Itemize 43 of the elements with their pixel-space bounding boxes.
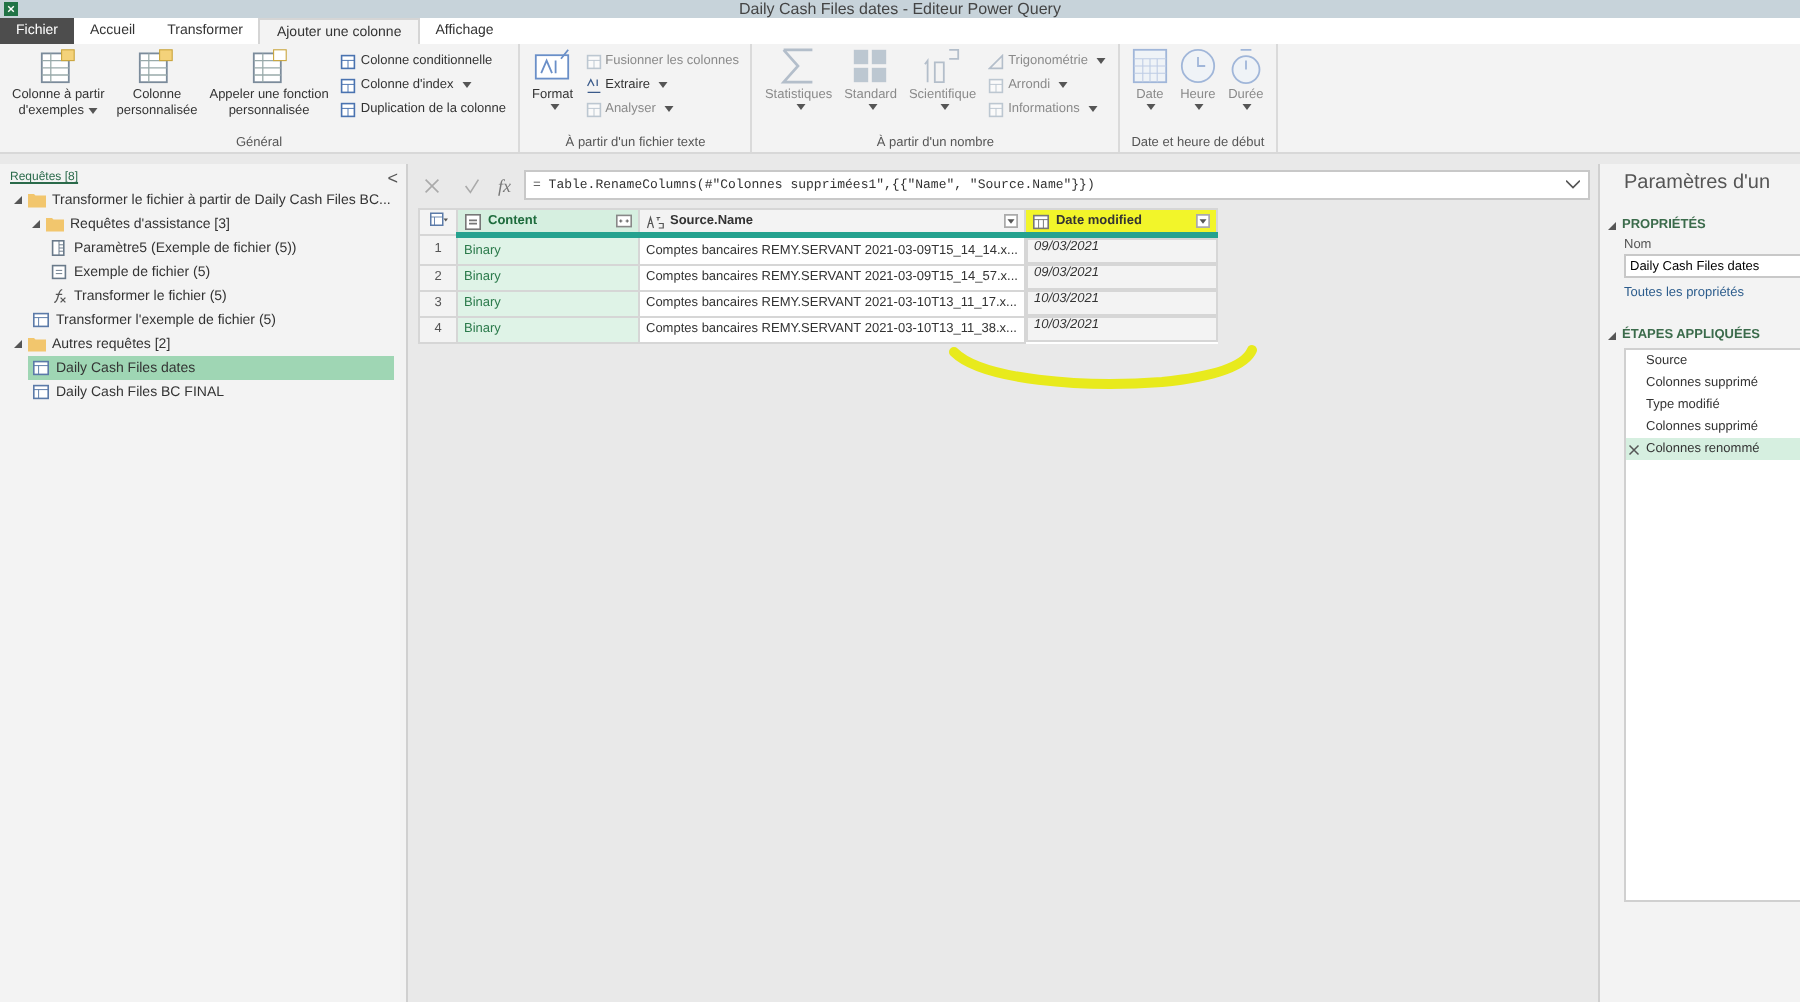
checkmark-icon[interactable] (464, 177, 480, 193)
document-icon (50, 264, 68, 280)
collapse-button[interactable]: < (387, 168, 398, 188)
table-menu-button[interactable] (419, 209, 457, 235)
pane-title: Paramètres d'un (1624, 172, 1771, 194)
table-icon (32, 312, 50, 328)
expanded-arrow-icon[interactable] (14, 340, 22, 348)
table-icon (32, 384, 50, 400)
parameter-icon (50, 240, 68, 256)
text-number-icon (585, 77, 602, 93)
column-icon (585, 101, 602, 117)
table-icon (429, 212, 447, 228)
delete-icon[interactable] (1628, 443, 1640, 455)
filter-dropdown-icon[interactable] (1196, 214, 1211, 228)
function-icon (50, 288, 68, 304)
triangle-icon (988, 53, 1005, 69)
exponent-icon (924, 48, 961, 84)
column-icon (340, 53, 357, 69)
table-icon (32, 360, 50, 376)
expand-column-icon[interactable] (616, 214, 632, 228)
calendar-icon (1131, 48, 1168, 84)
calendar-icon (1031, 213, 1050, 229)
filter-dropdown-icon[interactable] (1003, 214, 1018, 228)
column-icon (340, 101, 357, 117)
grid-icon (852, 48, 889, 84)
chevron-down-icon[interactable] (1566, 180, 1580, 190)
window-title: Daily Cash Files dates - Editeur Power Query (739, 0, 1061, 18)
function-label: fx (498, 175, 511, 195)
sigma-icon (780, 48, 817, 84)
expanded-arrow-icon (1608, 221, 1616, 229)
binary-type-icon (464, 213, 482, 229)
column-icon (585, 53, 602, 69)
folder-icon (28, 336, 46, 352)
clock-icon (1179, 48, 1216, 84)
spreadsheet-app-icon (4, 2, 18, 16)
expanded-arrow-icon[interactable] (32, 220, 40, 228)
column-icon (340, 77, 357, 93)
column-icon (988, 101, 1005, 117)
text-type-icon (646, 213, 664, 229)
stopwatch-icon (1227, 48, 1264, 84)
expanded-arrow-icon[interactable] (14, 196, 22, 204)
column-icon (988, 77, 1005, 93)
expanded-arrow-icon (1608, 331, 1616, 339)
